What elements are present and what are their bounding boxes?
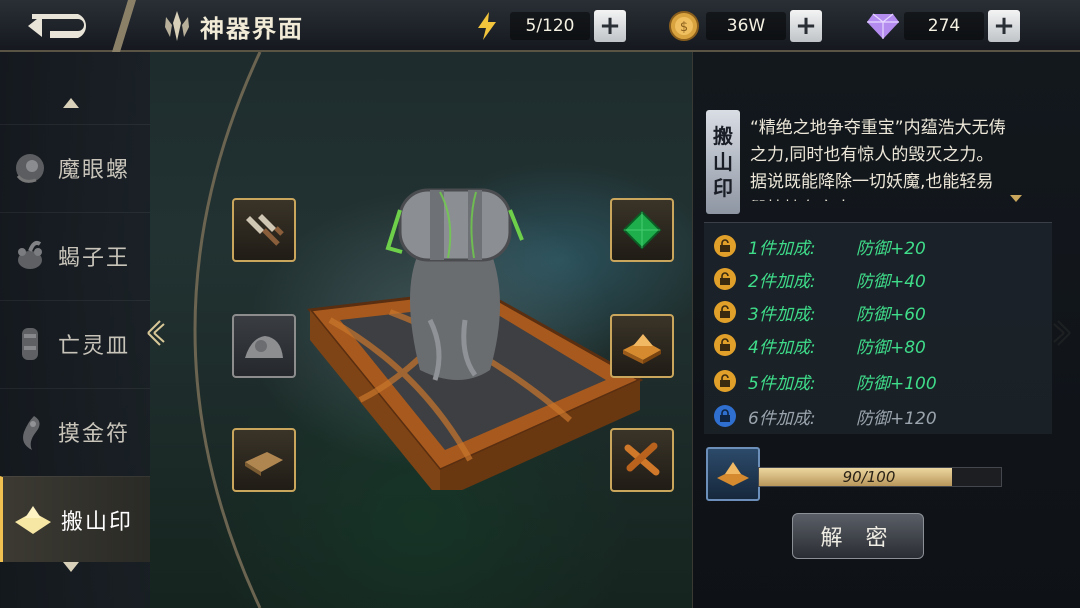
menu-item-mojinfu[interactable]: 摸金符 [0,388,150,474]
bonus-label: 1件加成: [748,238,816,259]
artifact-list: 魔眼螺 蝎子王 亡灵皿 摸金符 搬山印 [0,52,150,608]
bonus-label: 5件加成: [748,373,816,394]
back-arrow-icon [28,14,86,38]
slot-bronze-seal[interactable] [610,314,674,378]
bonus-value: 防御+100 [856,373,937,394]
svg-text:$: $ [680,20,688,35]
gold-coin-icon: $ [669,11,699,41]
bronze-seal-icon [623,334,661,364]
bonus-value: 防御+60 [856,304,926,325]
crossed-sticks-icon [624,442,660,476]
name-char-3: 印 [713,176,733,200]
header-divider-icon [112,0,136,52]
bonus-row: 1件加成: 防御+20 [714,233,926,259]
unlocked-icon [714,235,736,257]
diamond-icon [867,13,899,39]
conch-icon [6,144,54,192]
bonus-label: 3件加成: [748,304,816,325]
stone-relic-icon [245,336,283,358]
bonus-row: 4件加成: 防御+80 [714,332,926,358]
decode-button[interactable]: 解 密 [792,513,924,559]
diamond-value: 274 [904,12,984,40]
fragment-progress-bar: 90/100 [758,467,1002,487]
menu-item-label: 魔眼螺 [58,157,131,183]
bonus-row: 6件加成: 防御+120 [714,403,937,429]
resource-gold: $ 36W + [668,9,822,43]
lightning-icon [478,12,496,40]
title-area: 神器界面 [162,7,304,45]
bonus-value: 防御+120 [856,408,937,429]
gold-value: 36W [706,12,786,40]
scroll-down-arrow-icon[interactable] [63,562,79,572]
unlocked-icon [714,301,736,323]
fragment-item-slot[interactable] [706,447,760,501]
urn-icon [6,320,54,368]
menu-item-label: 搬山印 [61,509,134,535]
bonus-row: 3件加成: 防御+60 [714,299,926,325]
unlocked-icon [714,268,736,290]
menu-item-banshanyin[interactable]: 搬山印 [0,476,150,562]
resource-energy: 5/120 + [476,9,626,43]
slot-stone-tablet[interactable] [232,428,296,492]
name-char-2: 山 [713,150,733,174]
locked-icon [714,405,736,427]
artifact-name-tag: 搬 山 印 [706,110,740,214]
twin-blades-icon [246,214,284,246]
artifact-description[interactable]: “精绝之地争夺重宝”内蕴浩大无俦之力,同时也有惊人的毁灭之力。据说既能降除一切妖… [750,115,1008,201]
bonus-row: 2件加成: 防御+40 [714,266,926,292]
unlocked-icon [714,334,736,356]
seal-icon [9,496,57,544]
menu-item-xiezi[interactable]: 蝎子王 [0,212,150,298]
bonus-label: 4件加成: [748,337,816,358]
slot-crossed-sticks[interactable] [610,428,674,492]
add-diamond-button[interactable]: + [988,10,1020,42]
name-char-1: 搬 [713,124,733,148]
frame-chevron-left-icon [147,320,165,346]
scorpion-icon [6,232,54,280]
unlocked-icon [714,370,736,392]
bonus-value: 防御+40 [856,271,926,292]
add-gold-button[interactable]: + [790,10,822,42]
top-bar: 神器界面 5/120 + $ 36W + 274 + [0,0,1080,52]
artifact-model-seal [307,188,644,490]
artifact-emblem-icon [165,11,189,41]
menu-item-label: 蝎子王 [58,245,131,271]
set-bonus-list: 1件加成: 防御+20 2件加成: 防御+40 3件加成: 防御+60 4件加成… [704,222,1052,434]
progress-text: 90/100 [842,468,896,486]
energy-value: 5/120 [510,12,590,40]
menu-item-label: 亡灵皿 [58,333,131,359]
menu-item-moyanluo[interactable]: 魔眼螺 [0,124,150,210]
add-energy-button[interactable]: + [594,10,626,42]
back-button[interactable] [14,6,110,46]
resource-diamond: 274 + [866,9,1020,43]
bonus-value: 防御+20 [856,238,926,259]
green-gem-icon [622,210,662,250]
bonus-label: 6件加成: [748,408,816,429]
bonus-row: 5件加成: 防御+100 [714,368,937,394]
stone-tablet-icon [245,452,283,476]
slot-stone-relic[interactable] [232,314,296,378]
slot-twin-blades[interactable] [232,198,296,262]
slot-green-gem[interactable] [610,198,674,262]
description-more-arrow-icon[interactable] [1010,195,1022,202]
talisman-icon [6,408,54,456]
seal-fragment-icon [717,462,749,486]
bonus-label: 2件加成: [748,271,816,292]
menu-item-label: 摸金符 [58,421,131,447]
menu-item-wanglingmin[interactable]: 亡灵皿 [0,300,150,386]
page-title: 神器界面 [200,14,304,43]
scroll-up-arrow-icon[interactable] [63,98,79,108]
bonus-value: 防御+80 [856,337,926,358]
